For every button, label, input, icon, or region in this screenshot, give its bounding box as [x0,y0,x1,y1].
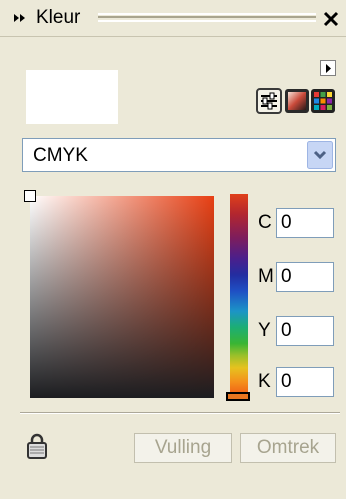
hue-slider-handle[interactable] [226,392,250,401]
color-field[interactable] [30,196,214,398]
hue-slider[interactable] [230,194,248,396]
color-model-select[interactable]: CMYK [22,138,336,172]
channel-label-k: K [258,371,271,392]
channel-input-k[interactable]: 0 [276,367,334,397]
title-grip[interactable] [98,13,316,22]
color-model-value: CMYK [33,145,88,166]
channel-label-y: Y [258,320,271,341]
fill-button[interactable]: Vulling [134,433,232,463]
color-preview-swatch [26,70,118,124]
sliders-icon[interactable] [256,88,282,114]
outline-button[interactable]: Omtrek [240,433,336,463]
divider [20,412,340,414]
palette-grid-icon[interactable] [310,88,336,114]
channel-label-c: C [258,212,272,233]
channel-input-c[interactable]: 0 [276,208,334,238]
panel-title: Kleur [36,7,81,28]
double-chevron-icon[interactable] [10,9,30,27]
channel-input-y[interactable]: 0 [276,316,334,346]
flyout-arrow-icon [326,64,331,73]
chevron-down-icon[interactable] [307,141,333,169]
color-viewer-icon[interactable] [284,88,310,114]
lock-icon[interactable] [26,432,48,460]
channel-input-m[interactable]: 0 [276,262,334,292]
flyout-button[interactable] [320,60,336,76]
color-field-marker[interactable] [24,190,36,202]
close-icon[interactable] [320,8,342,30]
channel-label-m: M [258,266,274,287]
panel-titlebar[interactable]: Kleur [0,0,346,37]
